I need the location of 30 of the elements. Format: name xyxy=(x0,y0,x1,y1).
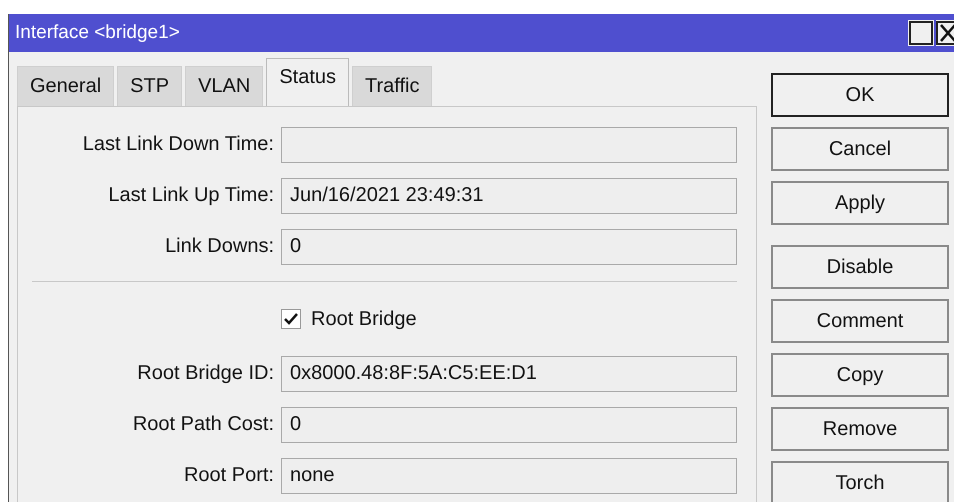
close-icon[interactable] xyxy=(936,20,954,46)
field-label: Last Link Down Time: xyxy=(82,133,274,156)
dialog-button[interactable]: Disable xyxy=(771,245,949,289)
tab[interactable]: Status xyxy=(266,58,350,106)
tab[interactable]: General xyxy=(17,66,114,106)
tab[interactable]: VLAN xyxy=(185,66,264,106)
dialog-button[interactable]: Remove xyxy=(771,407,949,451)
dialog-button[interactable]: Copy xyxy=(771,353,949,397)
field-label: Last Link Up Time: xyxy=(108,184,274,207)
window-title: Interface <bridge1> xyxy=(15,22,181,44)
input-field[interactable]: none xyxy=(281,458,737,494)
dialog-button[interactable]: Cancel xyxy=(771,127,949,171)
dialog-button[interactable]: Torch xyxy=(771,461,949,502)
field-label: Root Port: xyxy=(184,464,274,487)
dialog-button[interactable]: Comment xyxy=(771,299,949,343)
checkbox-label: Root Bridge xyxy=(311,308,417,330)
input-field[interactable]: Jun/16/2021 23:49:31 xyxy=(281,178,737,214)
field-label: Link Downs: xyxy=(165,235,274,258)
input-field[interactable]: 0 xyxy=(281,406,737,442)
tab[interactable]: STP xyxy=(117,66,182,106)
input-field[interactable] xyxy=(281,126,737,162)
tab[interactable]: Traffic xyxy=(352,66,432,106)
checkbox[interactable] xyxy=(281,309,301,329)
dialog-button[interactable]: OK xyxy=(771,73,949,117)
input-field[interactable]: 0x8000.48:8F:5A:C5:EE:D1 xyxy=(281,356,737,392)
field-label: Root Bridge ID: xyxy=(137,362,274,385)
field-label: Root Path Cost: xyxy=(132,413,274,436)
dialog-button[interactable]: Apply xyxy=(771,181,949,225)
input-field[interactable]: 0 xyxy=(281,228,737,264)
maximize-icon[interactable] xyxy=(908,20,934,46)
